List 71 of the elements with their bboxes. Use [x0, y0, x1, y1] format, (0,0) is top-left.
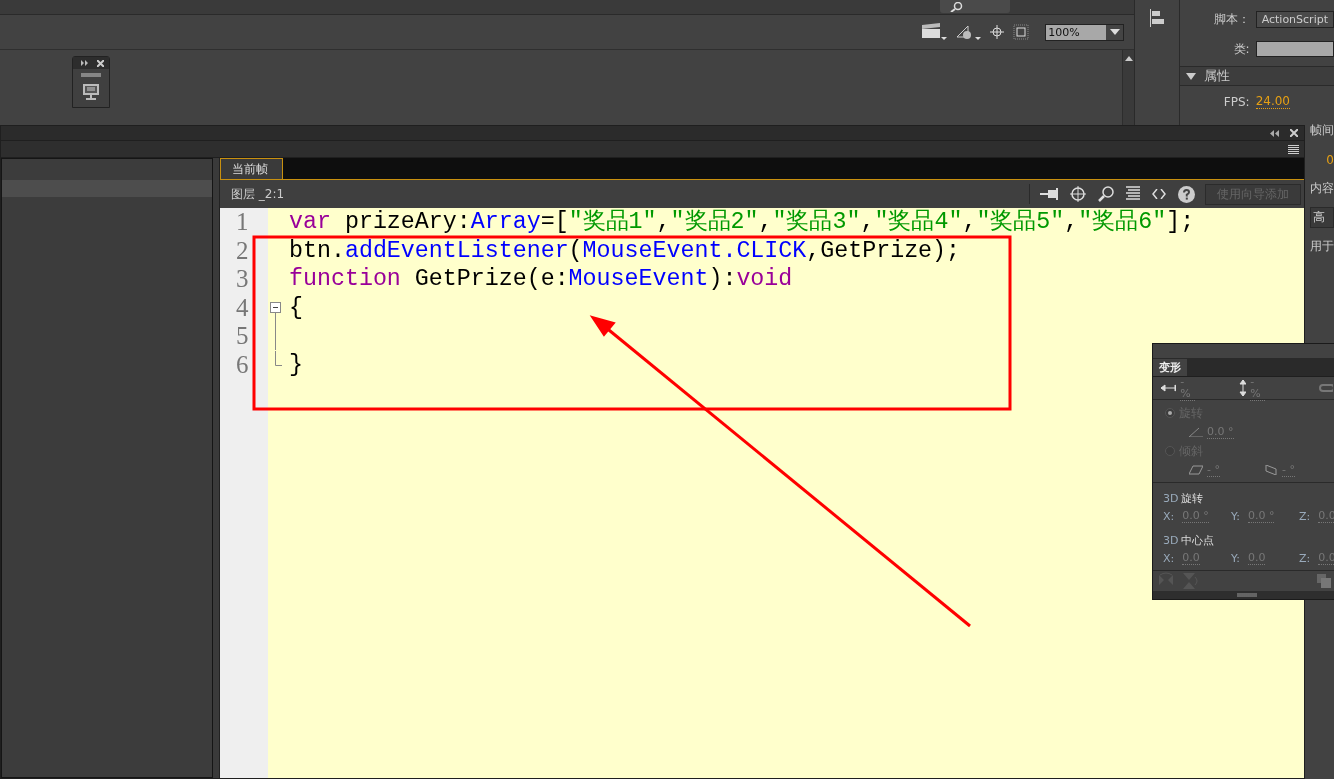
monitor-icon[interactable]	[82, 83, 100, 101]
caret-icon	[1109, 29, 1120, 35]
property-value[interactable]: 0	[1326, 152, 1334, 167]
section-title: 属性	[1203, 67, 1230, 85]
help-icon[interactable]	[1178, 185, 1195, 203]
line-number: 3	[235, 265, 250, 294]
axis-label: Y:	[1231, 551, 1240, 565]
skew-vertical-icon	[1263, 465, 1278, 475]
property-label: 帧间	[1310, 122, 1334, 139]
clapperboard-icon[interactable]	[921, 23, 948, 41]
axis-label: X:	[1163, 509, 1175, 523]
angle-icon	[1189, 427, 1203, 437]
group-title: 中心点	[1181, 532, 1215, 548]
fps-label: FPS:	[1222, 95, 1250, 109]
search-icon	[950, 1, 964, 12]
code-line: }	[289, 351, 303, 378]
code-line: {	[289, 294, 303, 321]
width-value[interactable]: - %	[1180, 375, 1196, 401]
skew-horizontal-icon	[1189, 465, 1203, 475]
fps-value[interactable]: 24.00	[1255, 95, 1290, 109]
line-number: 1	[235, 208, 250, 237]
current-frame-tab[interactable]: 当前帧	[220, 158, 283, 179]
script-dropdown[interactable]: ActionScript	[1255, 10, 1334, 28]
rotate-radio[interactable]	[1165, 408, 1175, 418]
close-icon[interactable]	[97, 59, 104, 67]
scroll-up-icon[interactable]	[1124, 56, 1133, 61]
transform-tab[interactable]: 变形	[1153, 359, 1187, 376]
height-icon	[1239, 380, 1247, 396]
group-prefix: 3D	[1163, 491, 1179, 505]
crosshair-icon[interactable]	[989, 24, 1006, 40]
class-label: 类:	[1232, 40, 1250, 58]
fold-end-line	[275, 350, 282, 366]
property-label: 内容	[1310, 180, 1334, 197]
clip-frame-icon[interactable]	[1013, 24, 1030, 40]
search-button[interactable]	[940, 0, 1010, 13]
code-line: btn.addEventListener(MouseEvent.CLICK,GetPrize);	[289, 237, 961, 264]
group-title: 旋转	[1181, 490, 1204, 506]
collapse-icon[interactable]	[1270, 129, 1279, 137]
height-value[interactable]: - %	[1250, 375, 1266, 401]
target-icon[interactable]	[1070, 186, 1086, 202]
code-line: function GetPrize(e:MouseEvent):void	[289, 266, 793, 292]
width-icon	[1161, 384, 1177, 392]
property-label: 用于	[1310, 238, 1334, 255]
grip-icon[interactable]	[81, 73, 101, 77]
property-button[interactable]: 高	[1310, 207, 1334, 228]
skew-value[interactable]: - °	[1281, 463, 1295, 477]
pin-icon[interactable]	[1040, 188, 1058, 200]
line-number: 6	[235, 350, 250, 379]
close-icon[interactable]	[1290, 129, 1298, 137]
section-header[interactable]: 属性	[1179, 67, 1334, 86]
line-number: 2	[235, 236, 250, 265]
scrollbar[interactable]	[1122, 50, 1135, 128]
format-icon[interactable]	[1126, 186, 1140, 202]
zoom-dropdown[interactable]: 100%	[1045, 23, 1125, 41]
expand-icon[interactable]	[81, 60, 89, 66]
align-icon[interactable]	[1149, 9, 1164, 27]
class-field[interactable]	[1255, 41, 1334, 57]
skew-value[interactable]: - °	[1207, 463, 1220, 477]
axis-label: Y:	[1231, 509, 1240, 523]
menu-icon[interactable]	[1288, 144, 1299, 154]
line-number: 4	[235, 293, 250, 322]
axis-label: X:	[1163, 551, 1175, 565]
line-number: 5	[235, 322, 250, 351]
shape-icon[interactable]	[955, 23, 982, 41]
code-line: var prizeAry:Array=["奖品1","奖品2","奖品3","奖品4","奖品5","奖品6"];	[289, 209, 1195, 235]
code-icon[interactable]	[1152, 189, 1166, 199]
search-icon[interactable]	[1098, 186, 1114, 202]
layer-location: 图层 _2:1	[231, 185, 286, 203]
script-label: 脚本：	[1212, 10, 1250, 28]
grip-icon[interactable]	[1237, 593, 1257, 597]
group-prefix: 3D	[1163, 533, 1179, 547]
